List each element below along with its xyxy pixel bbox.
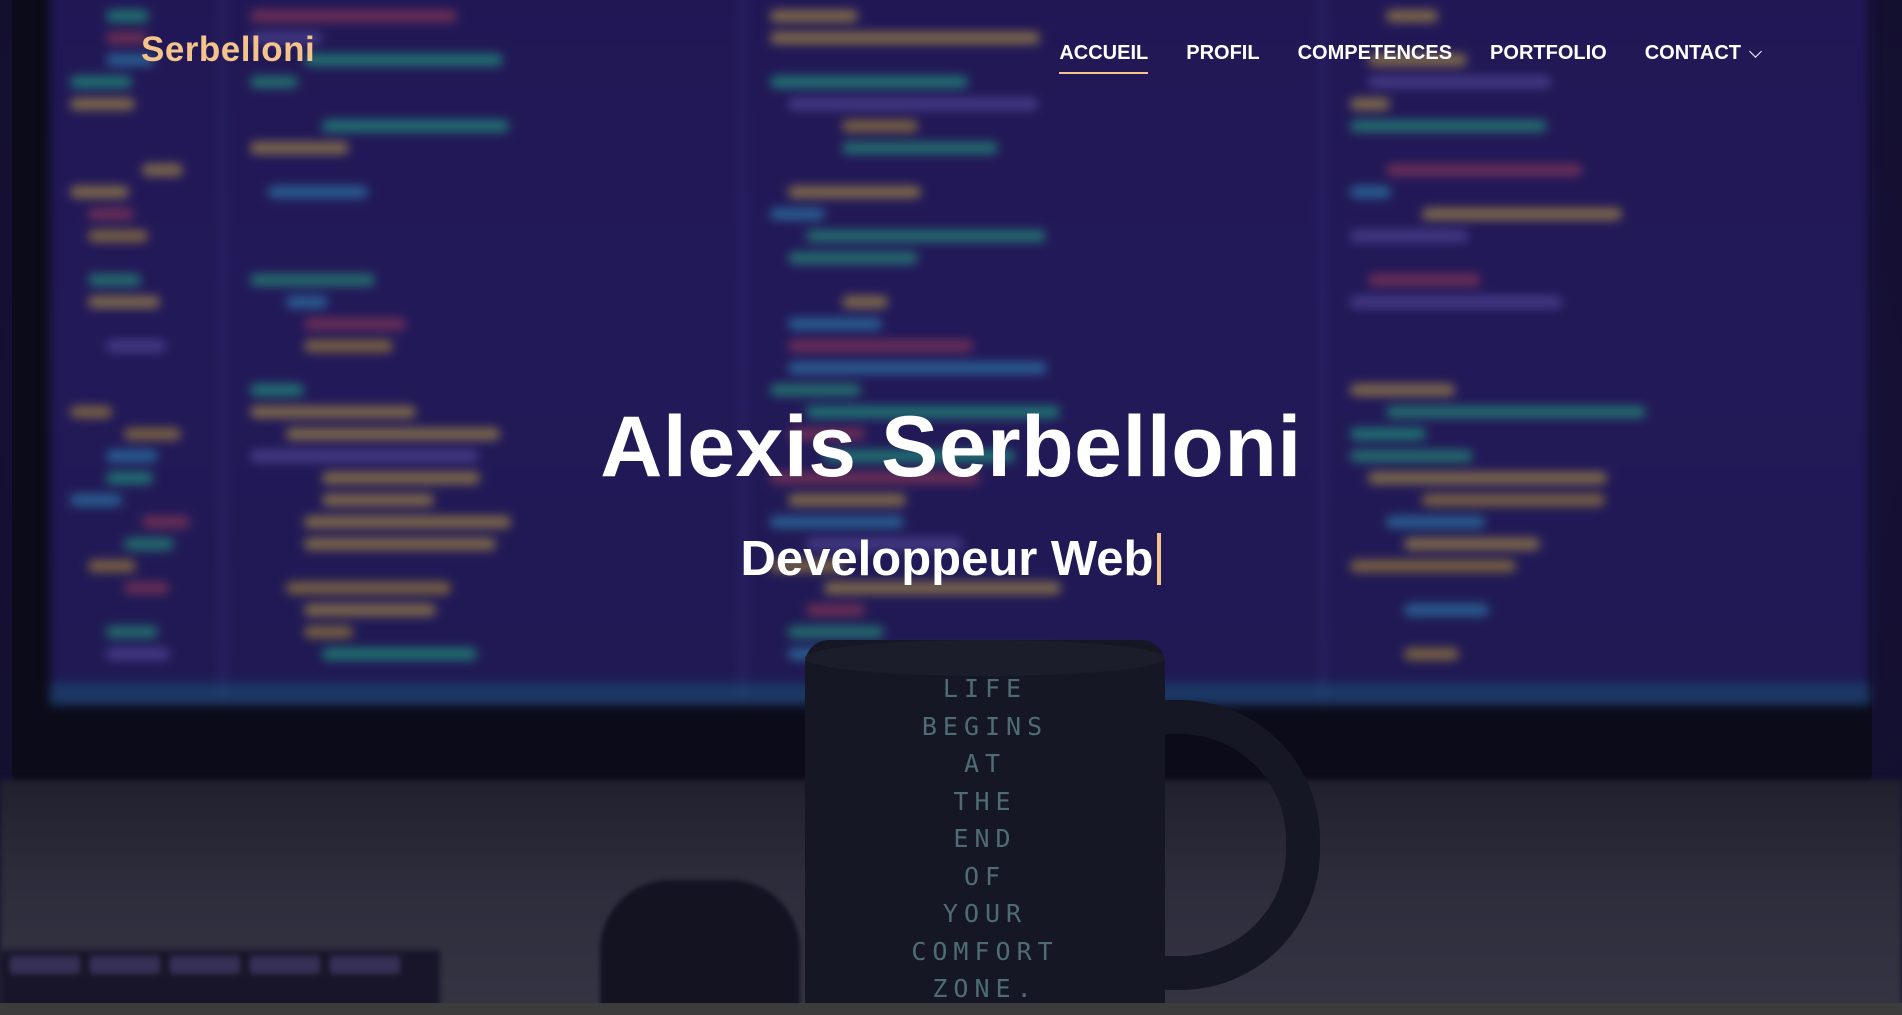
hero-section: LIFE BEGINS AT THE END OF YOUR COMFORT ZONE. Ser… (0, 0, 1902, 1015)
nav-item-label: PROFIL (1186, 42, 1260, 64)
logo-link[interactable]: Serbelloni (141, 30, 315, 70)
hero-title: Alexis Serbelloni (600, 399, 1302, 495)
nav-item-label: PORTFOLIO (1490, 42, 1607, 64)
nav-item-label: CONTACT (1644, 42, 1741, 64)
nav-item-portfolio[interactable]: PORTFOLIO (1490, 40, 1607, 66)
hero-subtitle-text: Developpeur Web (740, 532, 1154, 586)
nav-item-contact[interactable]: CONTACT (1644, 40, 1762, 66)
bottom-bar (0, 1003, 1902, 1015)
nav-item-accueil[interactable]: ACCUEIL (1059, 40, 1149, 74)
navbar: Serbelloni ACCUEIL PROFIL COMPETENCES PO… (0, 0, 1902, 106)
nav-item-profil[interactable]: PROFIL (1186, 40, 1259, 66)
nav-item-label: COMPETENCES (1297, 42, 1453, 64)
nav-item-competences[interactable]: COMPETENCES (1298, 40, 1452, 66)
typed-cursor-icon (1157, 533, 1162, 585)
chevron-down-icon (1749, 44, 1762, 58)
nav-menu: ACCUEIL PROFIL COMPETENCES PORTFOLIO CON… (1021, 40, 1762, 74)
hero-subtitle: Developpeur Web (741, 529, 1162, 589)
hero-text: Alexis Serbelloni Developpeur Web (0, 395, 1902, 589)
nav-item-label: ACCUEIL (1059, 42, 1149, 64)
